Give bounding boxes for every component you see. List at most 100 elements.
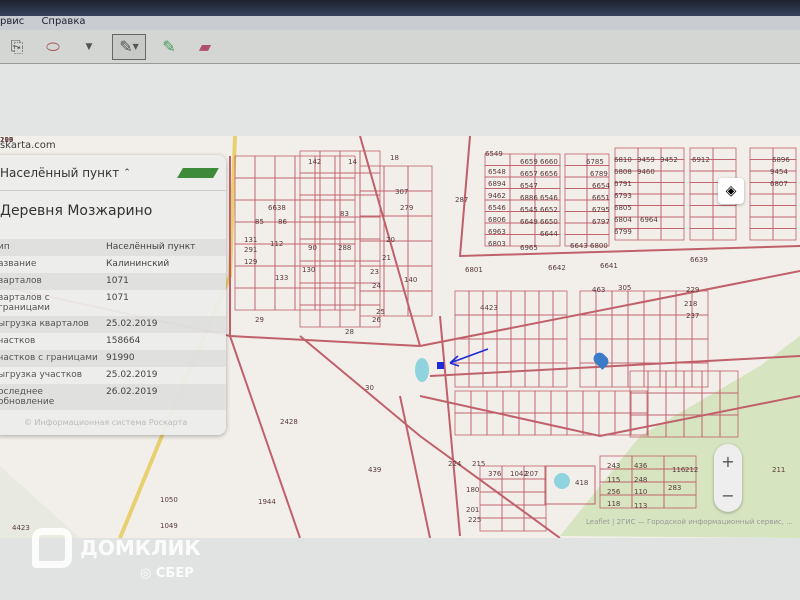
parcel-number[interactable]: 439 (368, 466, 381, 474)
parcel-number[interactable]: 23 (370, 268, 379, 276)
parcel-number[interactable]: 6804 (614, 216, 632, 224)
parcel-number[interactable]: 29 (255, 316, 264, 324)
parcel-number[interactable]: 113 (634, 502, 647, 510)
parcel-number[interactable]: 6793 (614, 192, 632, 200)
parcel-number[interactable]: 6791 (614, 180, 632, 188)
parcel-number[interactable]: 6651 (592, 194, 610, 202)
parcel-number[interactable]: 237 (686, 312, 699, 320)
parcel-number[interactable]: 115 (607, 476, 620, 484)
parcel-number[interactable]: 9462 (488, 192, 506, 200)
parcel-number[interactable]: 6797 (592, 218, 610, 226)
parcel-number[interactable]: 6806 (488, 216, 506, 224)
parcel-number[interactable]: 90 (308, 244, 317, 252)
parcel-number[interactable]: 6546 (540, 194, 558, 202)
parcel-number[interactable]: 131 (244, 236, 257, 244)
parcel-number[interactable]: 6652 (540, 206, 558, 214)
copy-icon[interactable]: ⎘ (4, 34, 30, 60)
pencil-icon[interactable]: ✎ ▼ (112, 33, 146, 60)
parcel-number[interactable]: 201 (466, 506, 479, 514)
parcel-number[interactable]: 133 (275, 274, 288, 282)
dropdown-icon[interactable]: ▼ (76, 34, 102, 60)
parcel-number[interactable]: 436 (634, 462, 647, 470)
parcel-number[interactable]: 25 (376, 308, 385, 316)
parcel-number[interactable]: 6660 (540, 158, 558, 166)
parcel-number[interactable]: 225 (468, 516, 481, 524)
parcel-number[interactable]: 2428 (280, 418, 298, 426)
parcel-number[interactable]: 9459 (637, 156, 655, 164)
parcel-number[interactable]: 6789 (590, 170, 608, 178)
parcel-number[interactable]: 30 (365, 384, 374, 392)
parcel-number[interactable]: 6965 (520, 244, 538, 252)
layers-button[interactable]: ◈ (718, 178, 744, 204)
parcel-number[interactable]: 6549 (485, 150, 503, 158)
dropdown-icon[interactable]: ▼ (133, 42, 139, 51)
parcel-number[interactable]: 14 (348, 158, 357, 166)
parcel-number[interactable]: 85 (255, 218, 264, 226)
parcel-number[interactable]: 6654 (592, 182, 610, 190)
stamp-icon[interactable]: ⬭ (40, 34, 66, 60)
parcel-number[interactable]: 6638 (268, 204, 286, 212)
parcel-number[interactable]: 6659 (520, 158, 538, 166)
parcel-number[interactable]: 6547 (520, 182, 538, 190)
parcel-number[interactable]: 112 (270, 240, 283, 248)
parcel-number[interactable]: 6643 (570, 242, 588, 250)
parcel-number[interactable]: 229 (686, 286, 699, 294)
parcel-number[interactable]: 4423 (480, 304, 498, 312)
parcel-number[interactable]: 463 (592, 286, 605, 294)
parcel-number[interactable]: 224 (448, 460, 461, 468)
parcel-number[interactable]: 28 (345, 328, 354, 336)
parcel-number[interactable]: 118 (607, 500, 620, 508)
parcel-number[interactable]: 287 (455, 196, 468, 204)
parcel-number[interactable]: 6810 (614, 156, 632, 164)
parcel-number[interactable]: 1050 (160, 496, 178, 504)
parcel-number[interactable]: 110 (634, 488, 647, 496)
parcel-number[interactable]: 6641 (600, 262, 618, 270)
parcel-number[interactable]: 6894 (488, 180, 506, 188)
parcel-number[interactable]: 6805 (614, 204, 632, 212)
parcel-number[interactable]: 256 (607, 488, 620, 496)
parcel-number[interactable]: 116 (672, 466, 685, 474)
parcel-number[interactable]: 418 (575, 479, 588, 487)
parcel-number[interactable]: 6548 (488, 168, 506, 176)
parcel-number[interactable]: 6896 (772, 156, 790, 164)
parcel-number[interactable]: 215 (472, 460, 485, 468)
map-attribution[interactable]: Leaflet | 2ГИС — Городской информационны… (586, 518, 793, 526)
parcel-number[interactable]: 6657 (520, 170, 538, 178)
zoom-out-button[interactable]: − (721, 486, 734, 505)
parcel-number[interactable]: 307 (395, 188, 408, 196)
parcel-number[interactable]: 6650 (540, 218, 558, 226)
menu-service[interactable]: рвис (0, 16, 24, 27)
parcel-number[interactable]: 142 (308, 158, 321, 166)
parcel-number[interactable]: 6808 (614, 168, 632, 176)
parcel-number[interactable]: 4423 (12, 524, 30, 532)
parcel-number[interactable]: 83 (340, 210, 349, 218)
parcel-number[interactable]: 6963 (488, 228, 506, 236)
zoom-in-button[interactable]: + (721, 452, 734, 471)
chevron-up-icon[interactable]: ⌃ (123, 168, 131, 178)
parcel-number[interactable]: 283 (668, 484, 681, 492)
panel-header[interactable]: Населённый пункт ⌃ (0, 155, 226, 191)
parcel-number[interactable]: 86 (278, 218, 287, 226)
parcel-number[interactable]: 129 (244, 258, 257, 266)
parcel-number[interactable]: 26 (372, 316, 381, 324)
parcel-number[interactable]: 291 (244, 246, 257, 254)
parcel-number[interactable]: 212 (685, 466, 698, 474)
parcel-number[interactable]: 218 (684, 300, 697, 308)
parcel-number[interactable]: 305 (618, 284, 631, 292)
parcel-number[interactable]: 9460 (637, 168, 655, 176)
parcel-number[interactable]: 6800 (590, 242, 608, 250)
parcel-number[interactable]: 248 (634, 476, 647, 484)
parcel-number[interactable]: 18 (390, 154, 399, 162)
eraser-icon[interactable]: ▰ (192, 34, 218, 60)
parcel-number[interactable]: 6642 (548, 264, 566, 272)
parcel-number[interactable]: 6964 (640, 216, 658, 224)
parcel-number[interactable]: 140 (404, 276, 417, 284)
parcel-number[interactable]: 6644 (540, 230, 558, 238)
parcel-number[interactable]: 20 (386, 236, 395, 244)
parcel-number[interactable]: 243 (607, 462, 620, 470)
parcel-number[interactable]: 1944 (258, 498, 276, 506)
parcel-number[interactable]: 130 (302, 266, 315, 274)
parcel-number[interactable]: 279 (400, 204, 413, 212)
parcel-number[interactable]: 6801 (465, 266, 483, 274)
parcel-number[interactable]: 9454 (770, 168, 788, 176)
